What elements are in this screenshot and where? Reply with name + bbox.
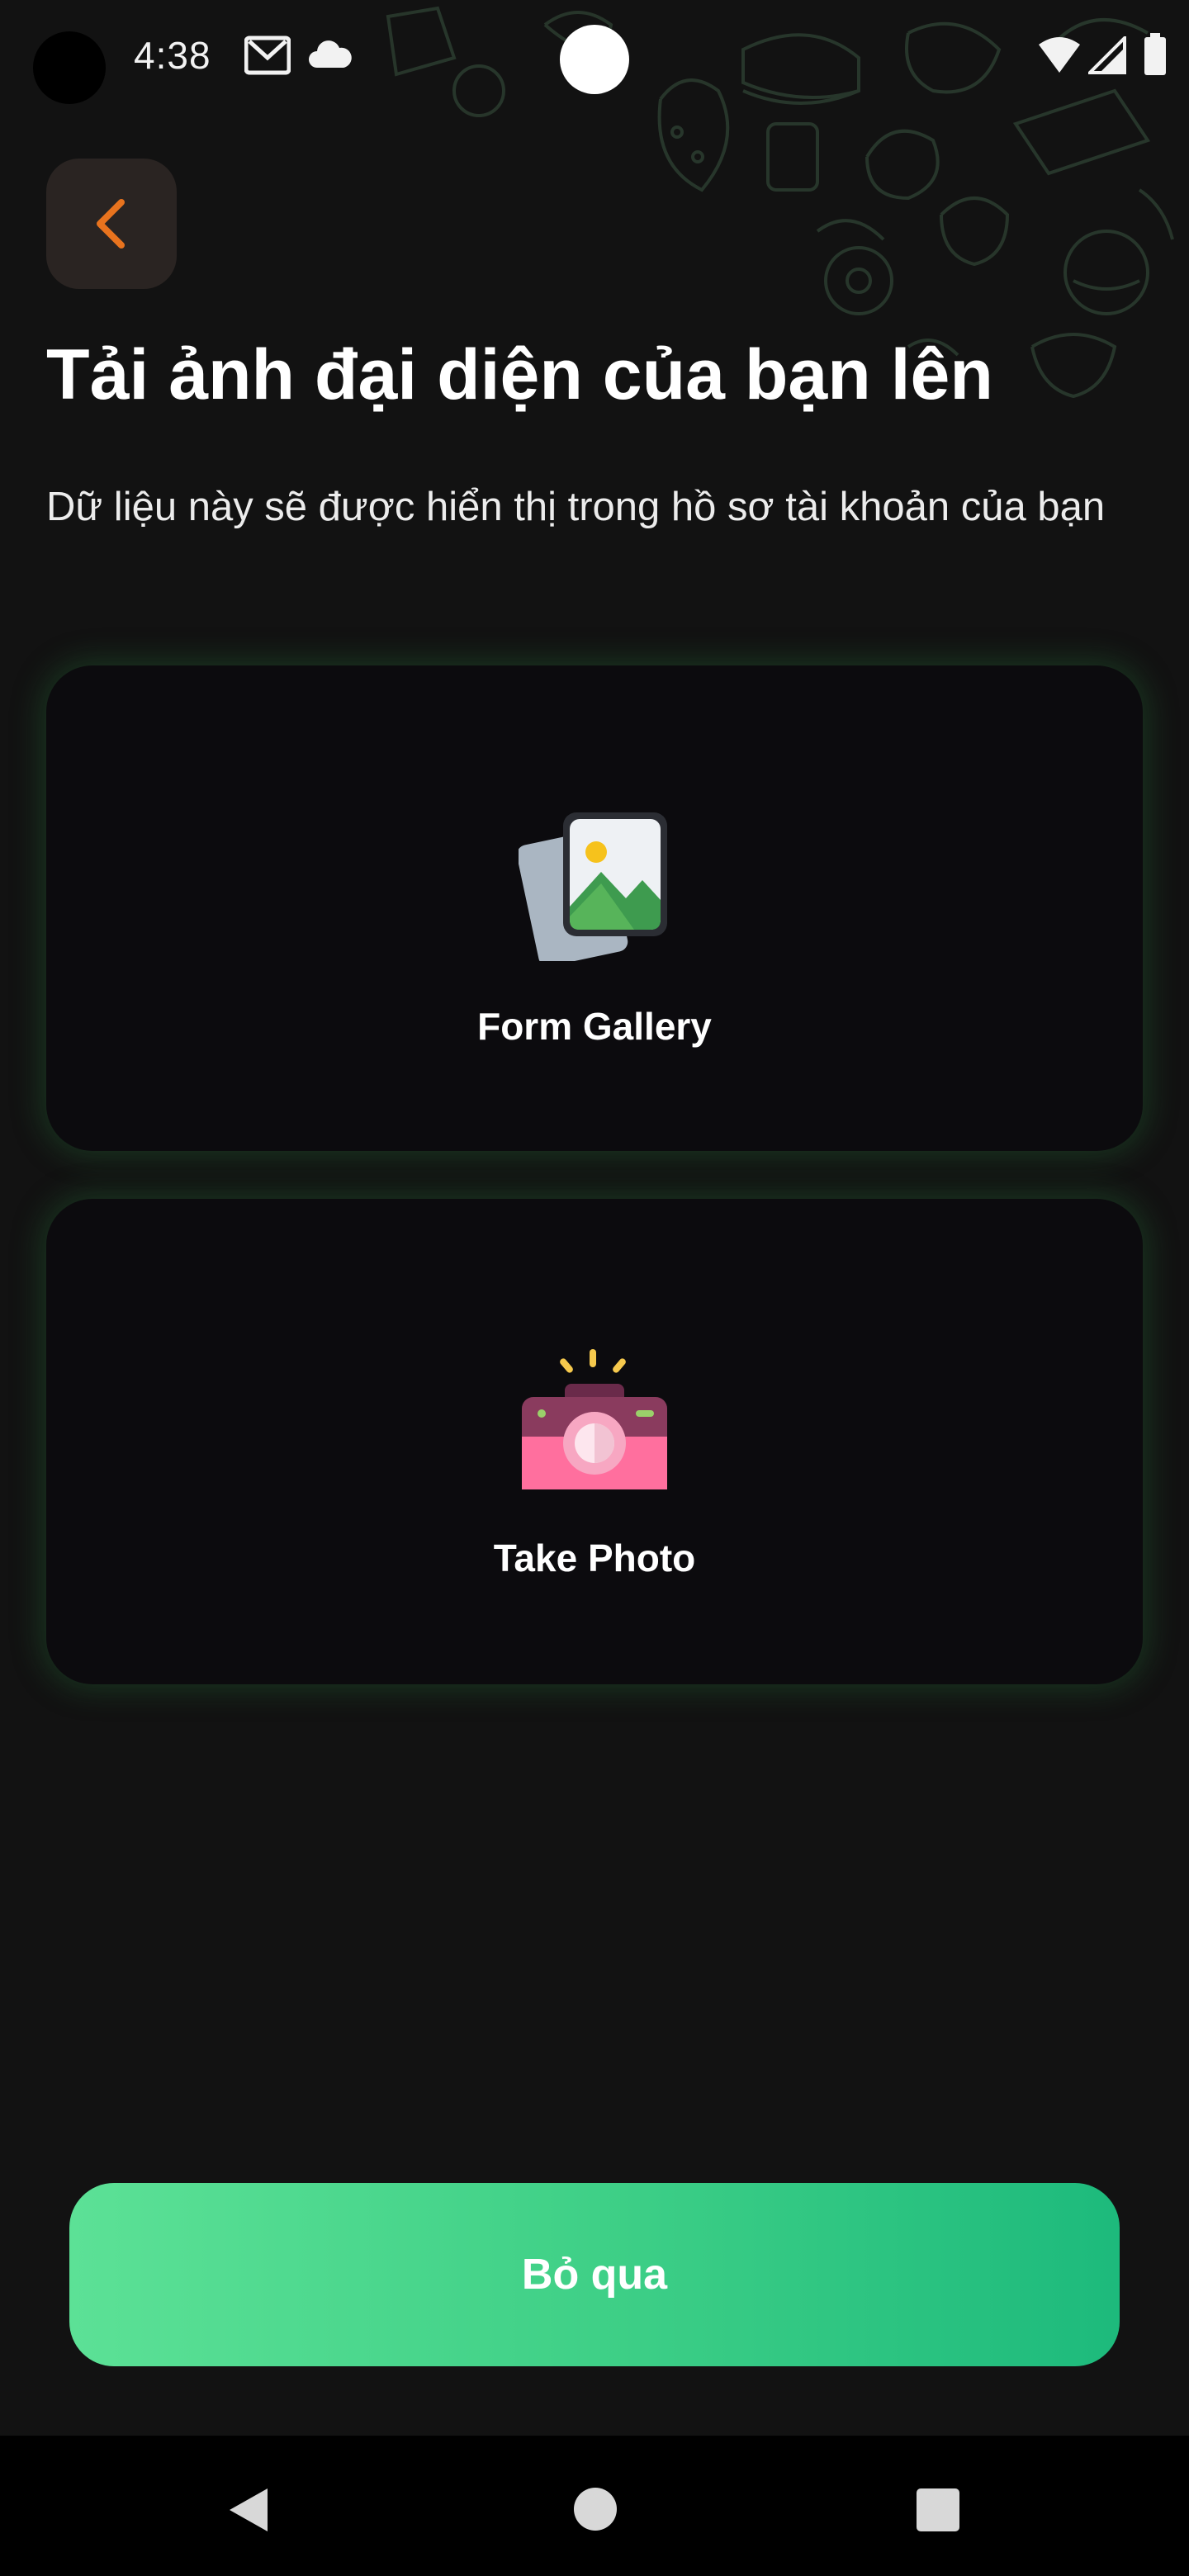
camera-icon: [522, 1349, 667, 1489]
gmail-icon: [244, 36, 291, 75]
skip-button[interactable]: Bỏ qua: [69, 2183, 1120, 2366]
back-button[interactable]: [46, 159, 177, 289]
chevron-left-icon: [97, 199, 125, 249]
gallery-icon: [519, 812, 667, 961]
nav-back-icon[interactable]: [225, 2485, 271, 2535]
page-title: Tải ảnh đại diện của bạn lên: [46, 335, 993, 414]
screen: 4:38 Tải ảnh đại diện của bạn lên Dữ liệ…: [0, 0, 1189, 2576]
status-bar: 4:38: [0, 0, 1189, 116]
status-time: 4:38: [134, 34, 211, 77]
status-center-indicator: [560, 25, 629, 94]
wifi-icon: [1039, 37, 1080, 73]
cellular-signal-icon: [1088, 36, 1126, 74]
from-gallery-option[interactable]: Form Gallery: [46, 665, 1143, 1151]
nav-recents-icon[interactable]: [917, 2488, 959, 2531]
nav-home-icon[interactable]: [573, 2487, 618, 2531]
from-gallery-label: Form Gallery: [477, 1005, 712, 1048]
system-navigation-bar: [0, 2436, 1189, 2576]
skip-button-label: Bỏ qua: [521, 2251, 668, 2299]
cloud-icon: [309, 40, 352, 68]
page-subtitle: Dữ liệu này sẽ được hiển thị trong hồ sơ…: [46, 485, 1106, 529]
battery-icon: [1144, 33, 1166, 75]
front-camera-cutout: [33, 31, 106, 104]
take-photo-label: Take Photo: [493, 1537, 696, 1579]
take-photo-option[interactable]: Take Photo: [46, 1199, 1143, 1684]
